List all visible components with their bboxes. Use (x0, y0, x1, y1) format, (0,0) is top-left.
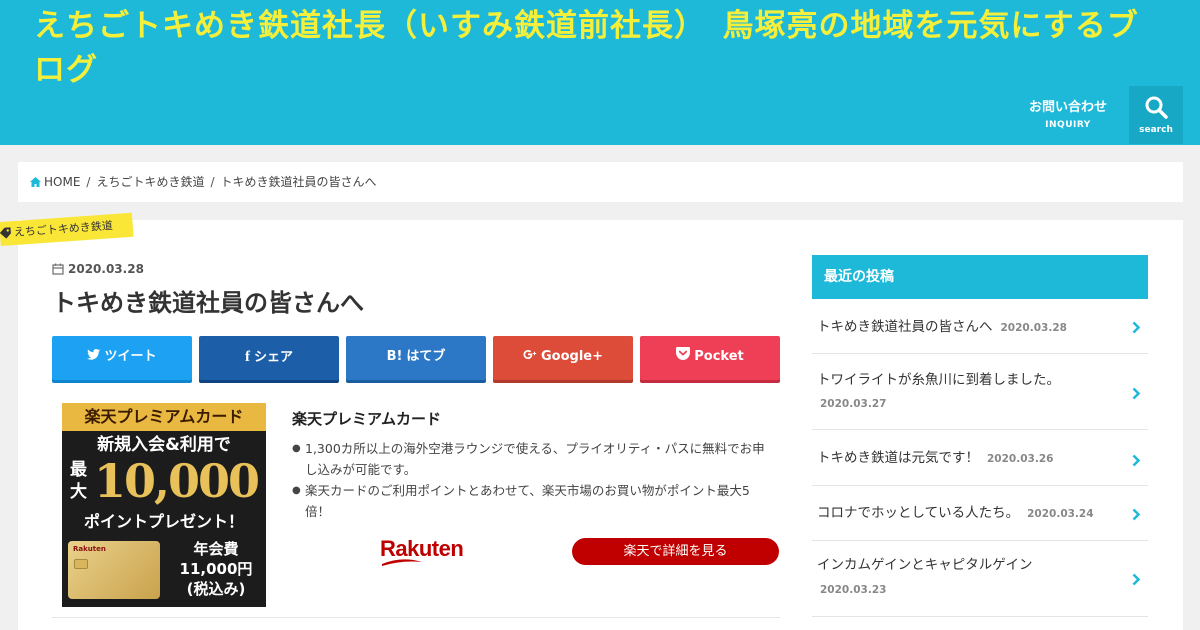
recent-post-date: 2020.03.23 (820, 584, 887, 596)
recent-post-date: 2020.03.26 (987, 453, 1054, 465)
share-twitter-button[interactable]: ツイート (52, 336, 192, 380)
post-category-text: えちごトキめき鉄道 (13, 219, 114, 240)
recent-post-title: インカムゲインとキャピタルゲイン (817, 557, 1033, 573)
ad-bullet: 1,300カ所以上の海外空港ラウンジで使える、プライオリティ・パスに無料でお申し… (292, 438, 772, 480)
recent-post-title: トワイライトが糸魚川に到着しました。 (817, 372, 1060, 388)
tag-icon (0, 227, 11, 239)
card-chip (74, 559, 88, 569)
recent-post-item[interactable]: トワイライトが糸魚川に到着しました。 2020.03.27 (812, 354, 1148, 430)
share-google-button[interactable]: Google+ (493, 336, 633, 380)
ad-title: 楽天プレミアムカード (292, 410, 441, 428)
share-hatena-button[interactable]: B! はてブ (346, 336, 486, 380)
ad-banner-fee-2: 11,000円 (179, 560, 253, 578)
site-title[interactable]: えちごトキめき鉄道社長（いすみ鉄道前社長） 鳥塚亮の地域を元気にするブログ (34, 4, 1154, 92)
search-icon (1145, 96, 1168, 119)
post-date: 2020.03.28 (52, 261, 144, 277)
share-pocket-button[interactable]: Pocket (640, 336, 780, 380)
ad-banner-image[interactable]: 楽天プレミアムカード 新規入会&利用で 最大 10,000 ポイントプレゼント！… (62, 403, 266, 607)
rakuten-logo[interactable]: Rakuten (380, 536, 480, 568)
breadcrumb: HOME / えちごトキめき鉄道 / トキめき鉄道社員の皆さんへ (18, 162, 1183, 202)
share-facebook-button[interactable]: f シェア (199, 336, 339, 380)
chevron-right-icon (1132, 454, 1141, 467)
share-google-label: Google+ (540, 349, 603, 364)
share-facebook-label: シェア (253, 350, 293, 365)
search-label: search (1139, 125, 1173, 135)
recent-post-item[interactable]: コロナでホッとしている人たち。 2020.03.24 (812, 486, 1148, 541)
card-brand: Rakuten (73, 545, 106, 553)
share-twitter-label: ツイート (104, 349, 157, 364)
post-date-text: 2020.03.28 (68, 262, 144, 276)
ad-bullet-list: 1,300カ所以上の海外空港ラウンジで使える、プライオリティ・パスに無料でお申し… (292, 438, 772, 522)
nav-inquiry-link[interactable]: お問い合わせ INQUIRY (1020, 98, 1116, 132)
breadcrumb-home-label: HOME (44, 175, 81, 189)
ad-banner-line3: ポイントプレゼント！ (83, 512, 244, 531)
post-title: トキめき鉄道社員の皆さんへ (52, 289, 364, 317)
recent-post-item[interactable]: トキめき鉄道社員の皆さんへ 2020.03.28 (812, 299, 1148, 354)
recent-post-title: コロナでホッとしている人たち。 (817, 505, 1020, 521)
search-button[interactable]: search (1129, 86, 1183, 144)
chevron-right-icon (1132, 508, 1141, 521)
recent-posts-heading: 最近の投稿 (812, 255, 1148, 299)
ad-banner-fee-3: (税込み) (186, 580, 246, 598)
recent-post-item[interactable]: インカムゲインとキャピタルゲイン 2020.03.23 (812, 541, 1148, 617)
rakuten-swoosh-icon (382, 559, 422, 566)
chevron-right-icon (1132, 321, 1141, 334)
pocket-icon (676, 347, 691, 360)
recent-post-title: トキめき鉄道は元気です！ (817, 450, 979, 466)
ad-banner-max: 最大 (70, 460, 87, 502)
credit-card-image: Rakuten (68, 541, 160, 599)
recent-post-item[interactable]: トキめき鉄道は元気です！ 2020.03.26 (812, 430, 1148, 486)
home-icon (30, 177, 41, 187)
share-pocket-label: Pocket (694, 349, 744, 364)
ad-banner-top: 楽天プレミアムカード (62, 403, 266, 431)
site-header: えちごトキめき鉄道社長（いすみ鉄道前社長） 鳥塚亮の地域を元気にするブログ お問… (0, 0, 1200, 145)
breadcrumb-category[interactable]: えちごトキめき鉄道 (96, 175, 204, 189)
ad-bullet: 楽天カードのご利用ポイントとあわせて、楽天市場のお買い物がポイント最大5倍！ (292, 480, 772, 522)
ad-divider (52, 617, 780, 618)
recent-post-date: 2020.03.24 (1027, 508, 1094, 520)
breadcrumb-current: トキめき鉄道社員の皆さんへ (220, 175, 377, 189)
twitter-icon (87, 349, 101, 360)
chevron-right-icon (1132, 573, 1141, 586)
facebook-icon: f (244, 349, 250, 365)
recent-post-date: 2020.03.28 (1000, 322, 1067, 334)
nav-inquiry-label: お問い合わせ (1028, 100, 1107, 115)
ad-banner-fee: 年会費 11,000円 (税込み) (168, 539, 264, 599)
breadcrumb-home[interactable]: HOME (30, 175, 80, 189)
recent-post-title: トキめき鉄道社員の皆さんへ (817, 319, 993, 335)
ad-banner-amount: 10,000 (94, 454, 260, 508)
nav-inquiry-sublabel: INQUIRY (1045, 120, 1091, 130)
ad-banner-fee-1: 年会費 (193, 540, 239, 558)
hatena-icon: B! (386, 349, 403, 364)
chevron-right-icon (1132, 387, 1141, 400)
share-hatena-label: はてブ (406, 349, 446, 364)
rakuten-detail-button[interactable]: 楽天で詳細を見る (572, 538, 779, 565)
calendar-icon (52, 263, 64, 275)
recent-post-date: 2020.03.27 (820, 398, 887, 410)
google-plus-icon (523, 350, 537, 359)
